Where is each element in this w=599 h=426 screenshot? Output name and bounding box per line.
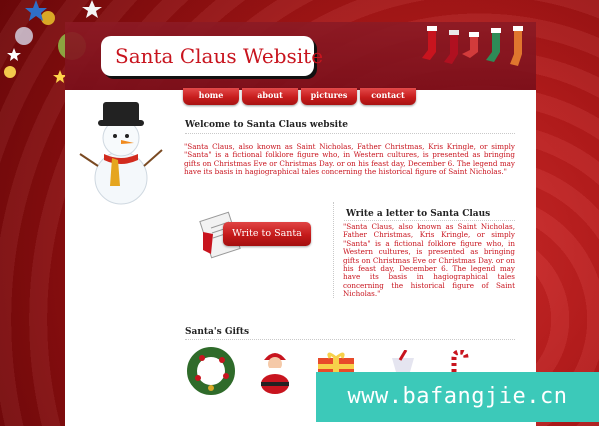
letter-title: Write a letter to Santa Claus [346,209,491,219]
watermark-banner: www.bafangjie.cn [316,372,599,422]
santa-figure-icon[interactable] [250,346,300,396]
site-title: Santa Claus Website [115,44,324,68]
nav-contact[interactable]: contact [360,88,416,105]
nav-about[interactable]: about [242,88,298,105]
gifts-divider [185,339,515,340]
letter-text: "Santa Claus, also known as Saint Nichol… [343,222,515,299]
main-nav: home about pictures contact [183,88,416,105]
gifts-title: Santa's Gifts [185,327,250,337]
candy-cup-icon[interactable] [388,350,418,372]
column-divider [333,202,334,298]
write-to-santa-label: Write to Santa [223,222,311,246]
nav-pictures[interactable]: pictures [301,88,357,105]
write-to-santa-button[interactable]: Write to Santa [195,210,315,260]
site-logo[interactable]: Santa Claus Website [101,36,323,76]
letter-divider [344,220,515,221]
wreath-icon[interactable] [186,346,236,396]
snowman-image [79,102,163,205]
stockings-decoration [422,26,523,66]
candy-cane-icon[interactable] [446,350,470,372]
nav-home[interactable]: home [183,88,239,105]
welcome-divider [185,133,515,134]
welcome-text: "Santa Claus, also known as Saint Nichol… [184,142,515,177]
welcome-title: Welcome to Santa Claus website [185,120,348,130]
